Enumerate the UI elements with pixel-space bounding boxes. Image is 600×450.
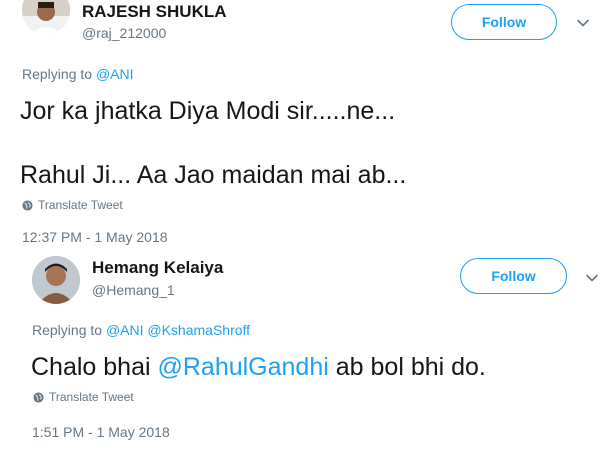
tweet-text-after: ab bol bhi do. bbox=[328, 353, 486, 381]
translate-label[interactable]: Translate Tweet bbox=[49, 390, 134, 404]
globe-icon bbox=[33, 391, 44, 403]
mention-link[interactable]: @RahulGandhi bbox=[157, 353, 328, 381]
follow-button[interactable]: Follow bbox=[460, 258, 567, 294]
replying-prefix: Replying to bbox=[32, 322, 103, 338]
chevron-down-icon[interactable] bbox=[576, 16, 590, 30]
tweet-1: RAJESH SHUKLA @raj_212000 Follow Replyin… bbox=[0, 0, 600, 250]
chevron-down-icon[interactable] bbox=[585, 271, 599, 285]
avatar[interactable] bbox=[32, 256, 80, 304]
tweet-text: Chalo bhai @RahulGandhi ab bol bhi do. bbox=[31, 350, 486, 384]
replying-to: Replying to @ANI @KshamaShroff bbox=[32, 322, 250, 338]
replying-to-link[interactable]: @ANI @KshamaShroff bbox=[106, 322, 250, 338]
translate-label[interactable]: Translate Tweet bbox=[38, 198, 123, 212]
tweet-text-before: Chalo bhai bbox=[31, 353, 158, 381]
timestamp[interactable]: 1:51 PM - 1 May 2018 bbox=[32, 424, 170, 440]
avatar[interactable] bbox=[22, 0, 70, 34]
user-handle[interactable]: @Hemang_1 bbox=[92, 282, 175, 298]
user-handle[interactable]: @raj_212000 bbox=[82, 25, 166, 41]
tweet-2: Hemang Kelaiya @Hemang_1 Follow Replying… bbox=[0, 250, 600, 450]
replying-to-link[interactable]: @ANI bbox=[96, 66, 134, 82]
tweet-text-line-2: Rahul Ji... Aa Jao maidan mai ab... bbox=[20, 161, 407, 189]
follow-button[interactable]: Follow bbox=[451, 4, 557, 40]
globe-icon bbox=[22, 199, 33, 211]
replying-to: Replying to @ANI bbox=[22, 66, 134, 82]
translate-tweet-link[interactable]: Translate Tweet bbox=[22, 198, 123, 212]
display-name[interactable]: Hemang Kelaiya bbox=[92, 258, 223, 278]
tweet-text-line-1: Jor ka jhatka Diya Modi sir.....ne... bbox=[20, 97, 396, 125]
display-name[interactable]: RAJESH SHUKLA bbox=[82, 2, 227, 22]
timestamp[interactable]: 12:37 PM - 1 May 2018 bbox=[22, 229, 168, 245]
translate-tweet-link[interactable]: Translate Tweet bbox=[33, 390, 134, 404]
replying-prefix: Replying to bbox=[22, 66, 93, 82]
